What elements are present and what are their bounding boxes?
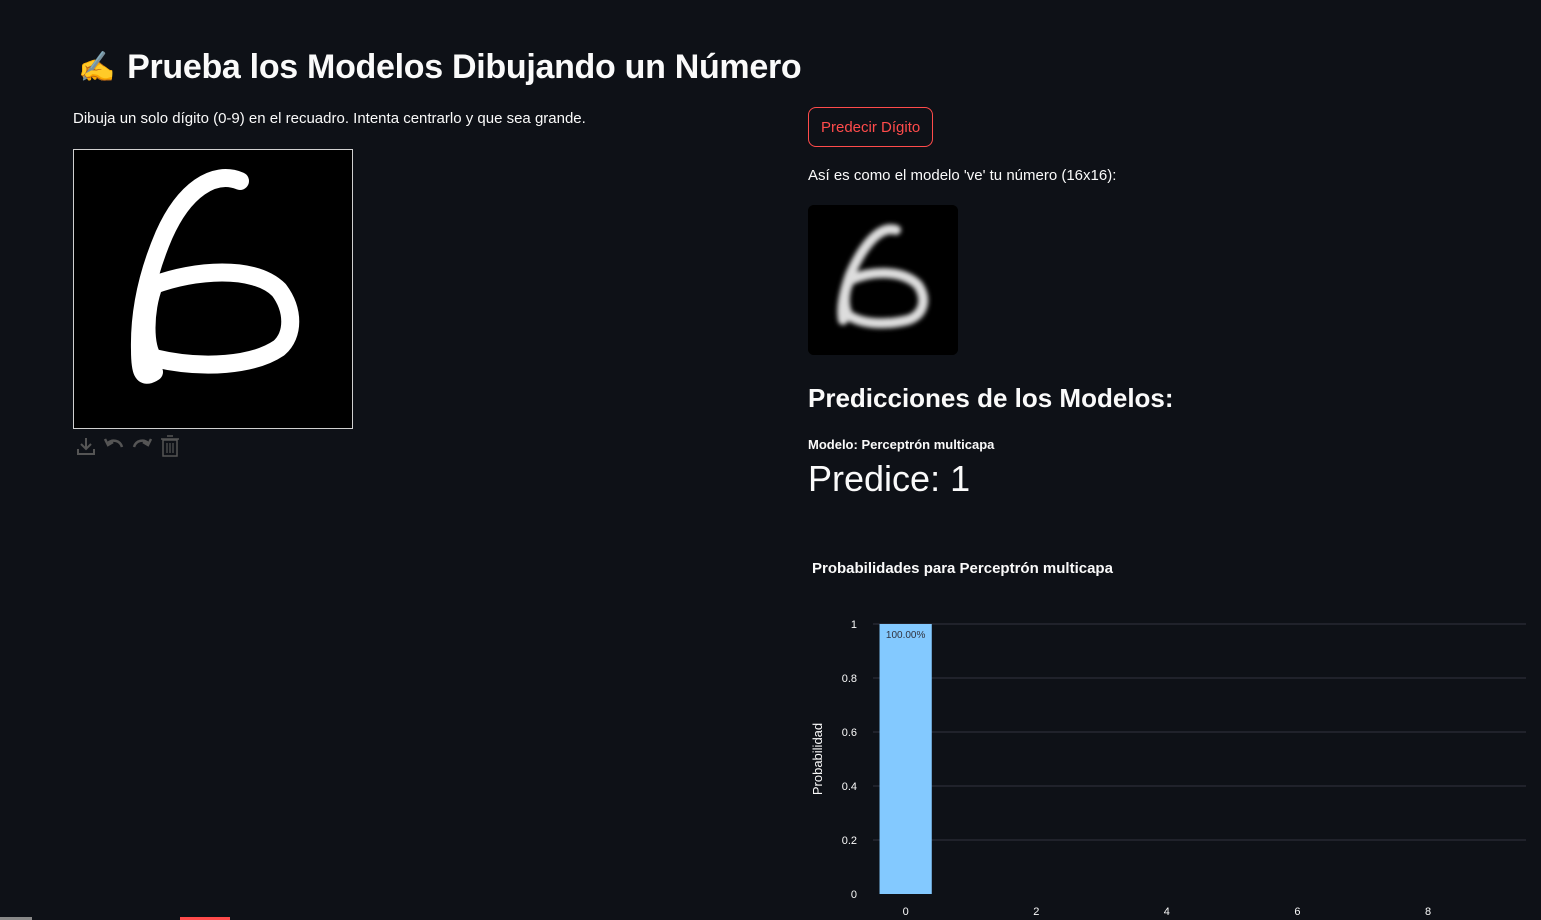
prediction-value: 1 — [950, 458, 971, 499]
y-tick-label: 0.2 — [842, 835, 857, 847]
drawing-canvas[interactable] — [73, 149, 353, 429]
y-axis-label: Probabilidad — [810, 723, 825, 795]
x-tick-label: 4 — [1164, 906, 1170, 918]
canvas-toolbar — [73, 433, 183, 459]
bar-data-label: 100.00% — [886, 630, 926, 641]
model-label: Modelo: Perceptrón multicapa — [808, 437, 994, 452]
model-name: Perceptrón multicapa — [861, 437, 995, 452]
y-tick-label: 0.8 — [842, 673, 857, 685]
x-tick-label: 8 — [1425, 906, 1431, 918]
probability-chart: 0 0.2 0.4 0.6 0.8 1 100.00% 0 2 4 6 8 Probabilidad — [810, 619, 1526, 918]
x-tick-label: 0 — [903, 906, 909, 918]
x-tick-label: 6 — [1294, 906, 1300, 918]
y-tick-label: 1 — [851, 619, 857, 631]
x-tick-label: 2 — [1033, 906, 1039, 918]
bar — [879, 624, 932, 894]
instructions-text: Dibuja un solo dígito (0-9) en el recuad… — [73, 110, 586, 127]
page-title-text: Prueba los Modelos Dibujando un Número — [127, 48, 802, 86]
undo-icon[interactable] — [101, 433, 127, 459]
trash-icon[interactable] — [157, 433, 183, 459]
drawn-digit — [130, 169, 300, 384]
y-tick-label: 0 — [851, 889, 857, 901]
prediction-result: Predice: 1 — [808, 458, 970, 500]
y-tick-label: 0.6 — [842, 727, 857, 739]
model-label-prefix: Modelo: — [808, 437, 858, 452]
predict-digit-button[interactable]: Predecir Dígito — [808, 107, 934, 147]
page-title: ✍️ Prueba los Modelos Dibujando un Númer… — [78, 48, 802, 87]
app-page: ✍️ Prueba los Modelos Dibujando un Númer… — [0, 0, 1541, 920]
preview-label: Así es como el modelo 've' tu número (16… — [808, 167, 1117, 184]
writing-hand-icon: ✍️ — [78, 51, 116, 84]
chart-title: Probabilidades para Perceptrón multicapa — [812, 560, 1113, 577]
download-icon[interactable] — [73, 433, 99, 459]
y-tick-label: 0.4 — [842, 781, 857, 793]
predictions-heading: Predicciones de los Modelos: — [808, 383, 1174, 413]
model-preview-image — [808, 205, 958, 355]
redo-icon[interactable] — [129, 433, 155, 459]
prediction-prefix: Predice: — [808, 458, 941, 499]
